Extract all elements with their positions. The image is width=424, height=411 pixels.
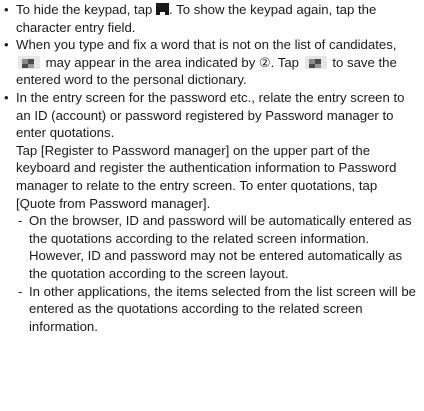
bullet-password-manager: In the entry screen for the password etc… bbox=[4, 89, 418, 335]
bullet-text: To hide the keypad, tap bbox=[16, 2, 157, 17]
bullet-save-word: When you type and fix a word that is not… bbox=[4, 36, 418, 89]
bullet-hide-keypad: To hide the keypad, tap . To show the ke… bbox=[4, 1, 418, 36]
hide-keypad-icon bbox=[156, 3, 170, 15]
bullet-text: may appear in the area indicated by bbox=[42, 54, 259, 70]
bullet-text: When you type and fix a word that is not… bbox=[16, 37, 397, 53]
save-word-icon bbox=[304, 55, 327, 69]
bullet-text: . Tap bbox=[270, 54, 303, 70]
circled-number: ② bbox=[259, 54, 271, 70]
save-word-icon bbox=[18, 55, 40, 69]
paragraph-register: Tap [Register to Password manager] on th… bbox=[16, 142, 397, 211]
instruction-list: To hide the keypad, tap . To show the ke… bbox=[4, 1, 418, 335]
sub-list: On the browser, ID and password will be … bbox=[16, 212, 418, 335]
sub-item-other-apps: In other applications, the items selecte… bbox=[16, 283, 418, 336]
document-page: To hide the keypad, tap . To show the ke… bbox=[0, 0, 424, 411]
paragraph-relate-entry: In the entry screen for the password etc… bbox=[16, 89, 405, 141]
sub-item-browser: On the browser, ID and password will be … bbox=[16, 212, 418, 282]
